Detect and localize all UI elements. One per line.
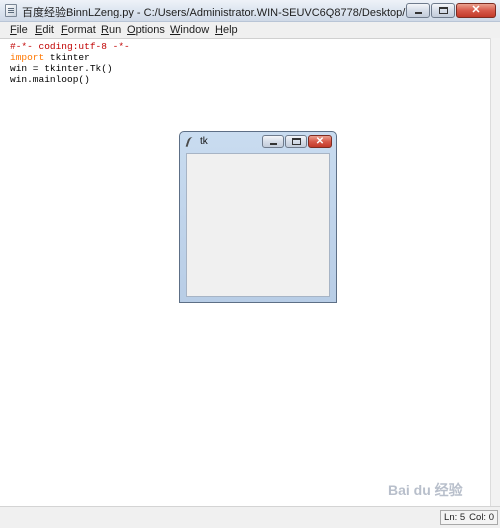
baidu-watermark: Bai du 经验: [388, 482, 463, 498]
menu-format[interactable]: Format: [61, 23, 96, 37]
menu-help[interactable]: Help: [215, 23, 238, 37]
status-bar: Ln: 5 Col: 0: [0, 506, 500, 528]
menu-bar: File Edit Format Run Options Window Help: [0, 22, 500, 38]
cursor-position: Ln: 5 Col: 0: [440, 510, 498, 525]
keyword-import: import: [10, 52, 45, 63]
window-title: 百度经验BinnLZeng.py - C:/Users/Administrato…: [22, 7, 422, 18]
tk-window-controls: ✕: [262, 135, 332, 148]
code-line-4: win.mainloop(): [10, 74, 90, 85]
column-number: Col: 0: [469, 512, 494, 523]
menu-file[interactable]: File: [10, 23, 28, 37]
close-icon: ✕: [471, 4, 481, 16]
menu-options[interactable]: Options: [127, 23, 165, 37]
menu-run[interactable]: Run: [101, 23, 121, 37]
window-controls: ✕: [406, 3, 496, 19]
code-text: tkinter: [44, 52, 90, 63]
minimize-button[interactable]: [406, 3, 430, 18]
code-line-1: #-*- coding:utf-8 -*-: [10, 41, 130, 52]
minimize-icon: [270, 143, 277, 145]
tk-maximize-button[interactable]: [285, 135, 307, 148]
maximize-button[interactable]: [431, 3, 455, 18]
vertical-scrollbar[interactable]: [490, 38, 500, 506]
title-bar[interactable]: 百度经验BinnLZeng.py - C:/Users/Administrato…: [0, 0, 500, 22]
line-number: Ln: 5: [444, 512, 466, 523]
menu-edit[interactable]: Edit: [35, 23, 54, 37]
tk-close-button[interactable]: ✕: [308, 135, 332, 148]
idle-app-icon: [5, 4, 17, 17]
tk-window[interactable]: tk ✕: [179, 131, 337, 303]
code-line-2: import tkinter: [10, 52, 90, 63]
minimize-icon: [415, 12, 422, 14]
tk-client-area[interactable]: [186, 153, 330, 297]
maximize-icon: [439, 7, 448, 14]
close-button[interactable]: ✕: [456, 3, 496, 18]
code-line-3: win = tkinter.Tk(): [10, 63, 113, 74]
tk-window-title: tk: [200, 136, 208, 147]
tk-minimize-button[interactable]: [262, 135, 284, 148]
menu-window[interactable]: Window: [170, 23, 209, 37]
close-icon: ✕: [315, 136, 325, 147]
feather-icon: [185, 136, 197, 149]
maximize-icon: [292, 138, 301, 145]
tk-title-bar[interactable]: tk ✕: [180, 132, 336, 152]
